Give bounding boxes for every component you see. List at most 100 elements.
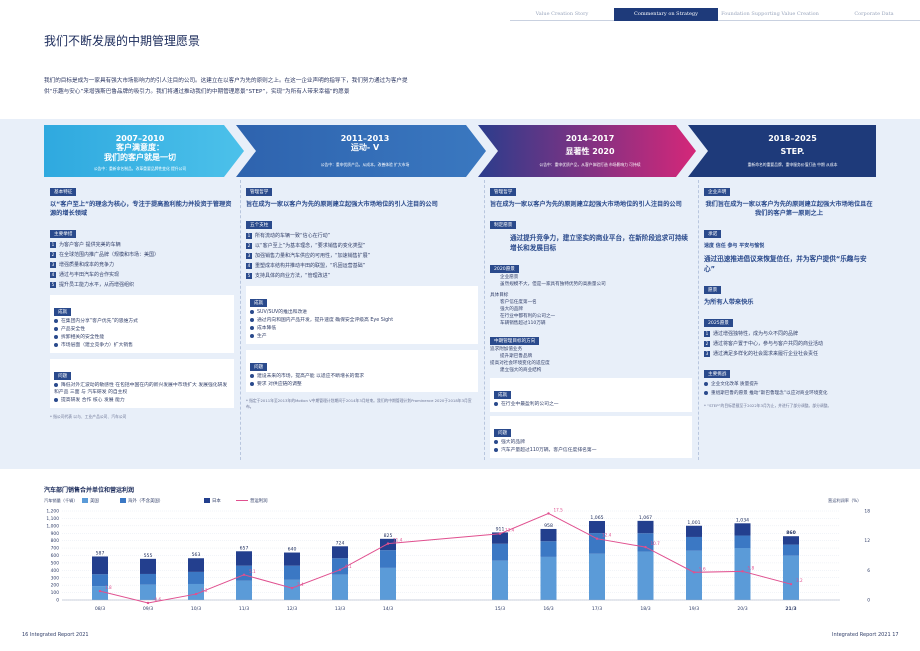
col3-dir-1: 追求附加值业务	[490, 347, 523, 352]
bar-us	[380, 567, 396, 600]
bullet-icon	[54, 342, 58, 347]
phase-1-sub: 公告中：重新命名制品，改革重要品牌性变化 提升公司	[93, 166, 187, 171]
profit-label: 2.4	[297, 582, 304, 587]
bar-us	[492, 560, 508, 600]
profit-label: 5.8	[748, 565, 755, 570]
col2-achievements-tag: 成就	[250, 299, 268, 307]
bar-japan	[589, 521, 605, 534]
num-3: 3	[50, 261, 56, 268]
col3-ach-1: 在行业中最盈利的公司之一	[494, 401, 688, 408]
profit-label: 5.6	[699, 566, 706, 571]
x-tick-label: 21/3	[785, 606, 796, 612]
col1-item-5-text: 提升员工能力水平，从而增强组织	[59, 282, 135, 288]
col4-promise-text: 通过迅速推进倡议来恢复信任，并为客户提供“乐趣与安心”	[704, 255, 867, 273]
col4-item-1-text: 通过增强独特性，成为与众不同的品牌	[713, 331, 799, 337]
col1-issue-1-text: 降低对外汇波动的敏感性 在包括中国在内的新兴发展中市场扩大 发展强化研发 和产品…	[54, 383, 228, 395]
num-1: 1	[246, 232, 252, 239]
bar-us	[686, 550, 702, 600]
y-tick-label: 500	[51, 560, 60, 566]
bullet-icon	[494, 401, 498, 406]
col2-ach-2-text: 通过内向和国内产品开发，提升速度 确保安全评级高 Eye Sight	[257, 318, 394, 323]
phase-2: 2011–2013 运动- V 公告中：重申优质产品，从成本，改善体验 扩大市场	[270, 125, 460, 175]
bar-overseas	[686, 536, 702, 551]
phase-4-years: 2018–2025	[768, 134, 817, 143]
col2-tag-pillars: 五个支柱	[246, 221, 273, 229]
legend-swatch-us	[82, 498, 88, 503]
col2-issue-2: 要求 对供应链的调整	[250, 381, 474, 388]
chart-unit-left: 汽车销量（千辆）	[44, 498, 78, 503]
bullet-icon	[54, 318, 58, 323]
bullet-icon	[250, 333, 254, 338]
col2-achievements: 成就 SUV/SUV的推出和改进 通过内向和国内产品开发，提升速度 确保安全评级…	[246, 286, 478, 344]
sales-chart: 1,2001,1001,0009008007006005004003002001…	[46, 507, 870, 612]
bar-total-label: 911	[496, 526, 505, 532]
col4-item-2-text: 通过将客户置于中心，参与与客户共同的商业活动	[713, 341, 824, 347]
bullet-icon	[54, 397, 58, 402]
col4-tag-vision: 愿景	[704, 286, 722, 294]
x-tick-label: 10/3	[191, 606, 201, 612]
phase-1-name: 客户满意度： 我们的客户就是一切	[104, 143, 176, 162]
num-5: 5	[50, 281, 56, 288]
col2-issue-2-text: 要求 对供应链的调整	[257, 382, 302, 387]
col1-ach-1-text: 在集团内分享“客户优先”的思维方式	[61, 319, 138, 324]
col4-promise: 速度 信任 参与 平安与愉悦	[704, 243, 765, 249]
bar-overseas	[492, 543, 508, 561]
bullet-icon	[250, 373, 254, 378]
col3-target-2: 强大的品牌	[500, 307, 523, 312]
col3-dir-2: 提升斯巴鲁品牌	[500, 354, 533, 359]
num-4: 4	[50, 271, 56, 278]
bar-total-label: 1,065	[590, 515, 603, 521]
tab-value-creation[interactable]: Value Creation Story	[510, 8, 614, 21]
phase-1-years: 2007–2010	[115, 134, 165, 143]
col1-ach-2-text: 产品安全性	[61, 327, 85, 332]
bar-overseas	[188, 571, 204, 584]
col2-ach-1-text: SUV/SUV的推出和改进	[257, 310, 308, 315]
bar-overseas	[284, 565, 300, 580]
bar-total-label: 1,067	[639, 515, 652, 521]
phase-2-years: 2011–2013	[340, 134, 390, 143]
col1-item-1-text: 为客户客户 提供完美的车辆	[59, 242, 121, 248]
phase-4-sub: 重新命名的重要品牌，重申服务价值打造 中期 从成本	[747, 162, 838, 167]
col4-vision: 为所有人带来快乐	[704, 299, 754, 306]
col2-item-2-text: 以“客户至上”为基本理念，“要求销售的变化类型”	[255, 243, 366, 249]
y-tick-label: 700	[51, 546, 60, 552]
divider-3	[698, 180, 699, 460]
profit-label: 1.2	[201, 588, 208, 593]
col4-item-3: 3 通过满足多样化的社会需求来履行企业社会责任	[704, 350, 874, 358]
legend-overseas: 海外（不含美国）	[120, 498, 163, 504]
col3-ach-1-text: 在行业中最盈利的公司之一	[501, 402, 559, 407]
bar-japan	[783, 536, 799, 545]
col1-issue-2: 提高研发 合作 核心 发展 能力	[54, 397, 230, 404]
y-tick-label: 600	[51, 553, 60, 559]
col1-item-2: 2 在全球范围内推广品牌（规模和市场：美国）	[50, 251, 234, 259]
col3-tag-direction: 中期管理目标的方向	[490, 337, 540, 345]
x-tick-label: 16/3	[543, 606, 553, 612]
legend-profit-label: 营运利润	[250, 499, 268, 504]
profit-point	[789, 582, 793, 586]
y-tick-label: 1,200	[46, 509, 59, 515]
num-2: 2	[246, 242, 252, 249]
tab-foundation[interactable]: Foundation Supporting Value Creation	[718, 8, 822, 21]
bar-japan	[734, 523, 751, 536]
col4-statement: 我们旨在成为一家以客户为先的原则建立起强大市场地位且在我们的客户第一原则之上	[705, 201, 873, 217]
x-tick-label: 09/3	[143, 606, 153, 612]
col1-ach-3-text: 拆卸相关的安全性能	[61, 335, 105, 340]
profit-label: 17.5	[554, 507, 564, 512]
col2-ach-1: SUV/SUV的推出和改进	[250, 309, 474, 316]
legend-overseas-label: 海外（不含美国）	[128, 499, 164, 504]
col2-issues-tag: 问题	[250, 363, 268, 371]
col4-item-3-text: 通过满足多样化的社会需求来履行企业社会责任	[713, 351, 819, 357]
col2-item-4-text: 重塑成本结构并推动丰田的联盟，“巩固运营基础”	[255, 263, 366, 269]
col2-item-3-text: 加强销售力量和汽车供应的可用性，“加速销售扩展”	[255, 253, 371, 259]
tab-corporate-data[interactable]: Corporate Data	[822, 8, 920, 21]
col2-item-4: 4 重塑成本结构并推动丰田的联盟，“巩固运营基础”	[246, 262, 478, 270]
num-5: 5	[246, 272, 252, 279]
bullet-icon	[704, 381, 708, 386]
tab-commentary[interactable]: Commentary on Strategy	[614, 8, 718, 21]
x-tick-label: 08/3	[95, 606, 105, 612]
column-2018: 企业声明 我们旨在成为一家以客户为先的原则建立起强大市场地位且在我们的客户第一原…	[704, 178, 874, 409]
col3-vision-text: 通过提升竞争力，建立坚实的商业平台，在新阶段追求可持续增长和发展目标	[510, 234, 689, 252]
num-2: 2	[50, 251, 56, 258]
phase-3-name: 显著性 2020	[565, 147, 615, 156]
profit-point	[498, 532, 502, 535]
